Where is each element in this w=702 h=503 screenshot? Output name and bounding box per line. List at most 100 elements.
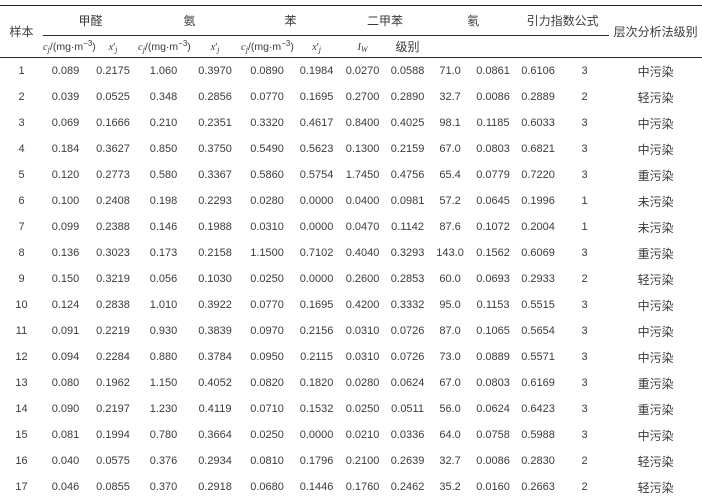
cell-formaldehyde-x: 0.0855 [88, 474, 138, 500]
cell-xylene-conc: 0.4040 [340, 240, 385, 266]
cell-ammonia-conc: 0.880 [138, 344, 189, 370]
cell-xylene-conc: 0.0470 [340, 214, 385, 240]
cell-xylene-conc: 0.0270 [340, 58, 385, 85]
cell-ahp-level: 中污染 [609, 136, 702, 162]
cell-gravity-index-value: 0.6033 [516, 110, 560, 136]
cell-sample-no: 1 [0, 58, 43, 85]
cell-radon-x: 0.0645 [470, 188, 516, 214]
cell-benzene-conc: 0.0680 [241, 474, 293, 500]
cell-formaldehyde-conc: 0.081 [43, 422, 88, 448]
table-row: 80.1360.30230.1730.21581.15000.71020.404… [0, 240, 702, 266]
cell-benzene-x: 0.0000 [293, 214, 340, 240]
cell-benzene-conc: 1.1500 [241, 240, 293, 266]
cell-formaldehyde-x: 0.2408 [88, 188, 138, 214]
cell-xylene-x: 0.1142 [385, 214, 430, 240]
cell-xylene-conc: 0.0210 [340, 422, 385, 448]
cell-gravity-index-value: 0.2004 [516, 214, 560, 240]
cell-radon-x: 0.0693 [470, 266, 516, 292]
cell-formaldehyde-conc: 0.094 [43, 344, 88, 370]
cell-radon-conc: 57.2 [430, 188, 470, 214]
cell-sample-no: 12 [0, 344, 43, 370]
cell-xylene-x: 0.2890 [385, 84, 430, 110]
cell-gravity-index-grade: 3 [560, 136, 609, 162]
cell-radon-conc: 32.7 [430, 448, 470, 474]
cell-ammonia-conc: 0.780 [138, 422, 189, 448]
cell-formaldehyde-conc: 0.080 [43, 370, 88, 396]
cell-formaldehyde-x: 0.2197 [88, 396, 138, 422]
cell-xylene-x: 0.0981 [385, 188, 430, 214]
cell-xylene-conc: 0.2100 [340, 448, 385, 474]
subheader-empty [430, 36, 470, 58]
cell-formaldehyde-x: 0.2284 [88, 344, 138, 370]
cell-formaldehyde-x: 0.2175 [88, 58, 138, 85]
cell-xylene-conc: 0.2700 [340, 84, 385, 110]
cell-formaldehyde-conc: 0.091 [43, 318, 88, 344]
cell-xylene-x: 0.4756 [385, 162, 430, 188]
cell-radon-x: 0.1072 [470, 214, 516, 240]
cell-formaldehyde-x: 0.0575 [88, 448, 138, 474]
cell-formaldehyde-x: 0.2219 [88, 318, 138, 344]
col-group-radon: 氡 [430, 6, 516, 36]
cell-radon-x: 0.0803 [470, 370, 516, 396]
cell-ahp-level: 重污染 [609, 370, 702, 396]
cell-formaldehyde-x: 0.2773 [88, 162, 138, 188]
cell-sample-no: 11 [0, 318, 43, 344]
cell-benzene-conc: 0.5490 [241, 136, 293, 162]
cell-radon-x: 0.0861 [470, 58, 516, 85]
cell-gravity-index-grade: 3 [560, 240, 609, 266]
cell-formaldehyde-conc: 0.089 [43, 58, 88, 85]
cell-gravity-index-value: 0.5988 [516, 422, 560, 448]
cell-ammonia-x: 0.4119 [189, 396, 241, 422]
data-table: 样本 甲醛 氨 苯 二甲苯 氡 引力指数公式 层次分析法级别 cj/(mg·m−… [0, 5, 702, 500]
cell-benzene-x: 0.5623 [293, 136, 340, 162]
cell-gravity-index-grade: 3 [560, 422, 609, 448]
subheader-ammonia-conc: cj/(mg·m−3) [138, 36, 189, 58]
cell-radon-x: 0.0889 [470, 344, 516, 370]
cell-formaldehyde-conc: 0.150 [43, 266, 88, 292]
cell-xylene-conc: 0.0310 [340, 318, 385, 344]
cell-benzene-conc: 0.0250 [241, 266, 293, 292]
table-row: 40.1840.36270.8500.37500.54900.56230.130… [0, 136, 702, 162]
cell-benzene-conc: 0.0710 [241, 396, 293, 422]
cell-gravity-index-value: 0.7220 [516, 162, 560, 188]
cell-formaldehyde-x: 0.3627 [88, 136, 138, 162]
cell-ahp-level: 中污染 [609, 318, 702, 344]
cell-gravity-index-grade: 3 [560, 292, 609, 318]
cell-radon-x: 0.0779 [470, 162, 516, 188]
subheader-benzene-conc: cj/(mg·m−3) [241, 36, 293, 58]
cell-radon-conc: 67.0 [430, 136, 470, 162]
cell-radon-conc: 87.0 [430, 318, 470, 344]
cell-radon-conc: 32.7 [430, 84, 470, 110]
cell-ammonia-x: 0.1030 [189, 266, 241, 292]
col-group-gravity-index-formula: 引力指数公式 [516, 6, 609, 36]
cell-gravity-index-grade: 1 [560, 188, 609, 214]
subheader-ammonia-x: x′j [189, 36, 241, 58]
cell-formaldehyde-x: 0.2388 [88, 214, 138, 240]
cell-gravity-index-grade: 3 [560, 318, 609, 344]
table-row: 150.0810.19940.7800.36640.02500.00000.02… [0, 422, 702, 448]
table-row: 170.0460.08550.3700.29180.06800.14460.17… [0, 474, 702, 500]
subheader-grade: 级别 [385, 36, 430, 58]
cell-ammonia-x: 0.3750 [189, 136, 241, 162]
cell-xylene-conc: 0.1760 [340, 474, 385, 500]
cell-radon-conc: 71.0 [430, 58, 470, 85]
cell-ahp-level: 轻污染 [609, 448, 702, 474]
subheader-empty [470, 36, 516, 58]
cell-ahp-level: 中污染 [609, 344, 702, 370]
cell-ahp-level: 重污染 [609, 162, 702, 188]
cell-ahp-level: 中污染 [609, 110, 702, 136]
cell-sample-no: 4 [0, 136, 43, 162]
cell-ammonia-x: 0.1988 [189, 214, 241, 240]
cell-formaldehyde-conc: 0.046 [43, 474, 88, 500]
table-body: 10.0890.21751.0600.39700.08900.19840.027… [0, 58, 702, 501]
cell-radon-conc: 67.0 [430, 370, 470, 396]
table-row: 100.1240.28381.0100.39220.07700.16950.42… [0, 292, 702, 318]
col-header-ahp-level: 层次分析法级别 [609, 6, 702, 58]
cell-ammonia-x: 0.2293 [189, 188, 241, 214]
cell-xylene-conc: 0.2600 [340, 266, 385, 292]
subheader-empty [516, 36, 560, 58]
cell-radon-x: 0.0758 [470, 422, 516, 448]
cell-benzene-x: 0.5754 [293, 162, 340, 188]
cell-formaldehyde-conc: 0.099 [43, 214, 88, 240]
cell-gravity-index-value: 0.5571 [516, 344, 560, 370]
